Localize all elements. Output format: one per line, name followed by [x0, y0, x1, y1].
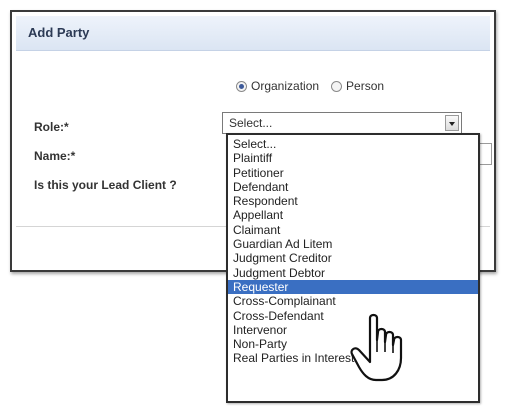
dropdown-option-plaintiff[interactable]: Plaintiff: [228, 151, 478, 165]
dropdown-option-guardian-ad-litem[interactable]: Guardian Ad Litem: [228, 237, 478, 251]
role-select-value: Select...: [229, 116, 273, 130]
chevron-down-icon[interactable]: [445, 115, 459, 131]
dropdown-option-judgment-creditor[interactable]: Judgment Creditor: [228, 251, 478, 265]
dropdown-option-petitioner[interactable]: Petitioner: [228, 166, 478, 180]
dropdown-option-select[interactable]: Select...: [228, 137, 478, 151]
name-label: Name:*: [34, 149, 76, 163]
radio-person-label[interactable]: Person: [346, 79, 384, 93]
radio-organization-label[interactable]: Organization: [251, 79, 319, 93]
lead-client-label: Is this your Lead Client ?: [34, 178, 177, 192]
dropdown-option-cross-complainant[interactable]: Cross-Complainant: [228, 294, 478, 308]
dialog-title: Add Party: [28, 25, 90, 40]
dropdown-option-defendant[interactable]: Defendant: [228, 180, 478, 194]
role-select[interactable]: Select...: [222, 112, 462, 134]
dialog-header: Add Party: [16, 16, 490, 51]
dropdown-option-requester[interactable]: Requester: [228, 279, 478, 295]
screen: Add Party Organization Person Role:* Nam…: [0, 0, 507, 406]
role-label: Role:*: [34, 120, 69, 134]
dropdown-option-appellant[interactable]: Appellant: [228, 208, 478, 222]
radio-organization[interactable]: [236, 80, 247, 92]
dropdown-option-claimant[interactable]: Claimant: [228, 223, 478, 237]
dropdown-option-judgment-debtor[interactable]: Judgment Debtor: [228, 266, 478, 280]
party-type-group: Organization Person: [236, 79, 396, 93]
hand-pointer-icon: [350, 313, 403, 382]
dropdown-option-respondent[interactable]: Respondent: [228, 194, 478, 208]
radio-person[interactable]: [331, 80, 343, 92]
